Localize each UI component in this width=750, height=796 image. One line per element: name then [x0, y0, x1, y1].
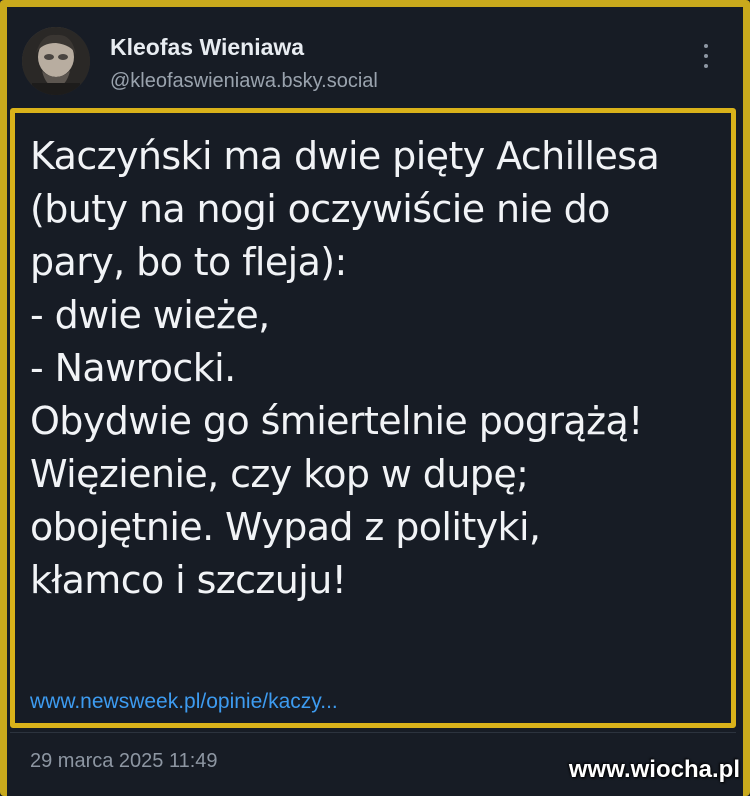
post-line: obojętnie. Wypad z polityki,: [30, 505, 541, 549]
post-line: - Nawrocki.: [30, 346, 236, 390]
divider: [10, 732, 736, 733]
menu-dot: [704, 64, 708, 68]
post-line: Obydwie go śmiertelnie pogrążą!: [30, 399, 643, 443]
post-line: Kaczyński ma dwie pięty Achillesa: [30, 134, 660, 178]
post-text: Kaczyński ma dwie pięty Achillesa (buty …: [30, 130, 730, 607]
menu-dot: [704, 54, 708, 58]
post-timestamp[interactable]: 29 marca 2025 11:49: [30, 750, 218, 773]
author-name[interactable]: Kleofas Wieniawa: [110, 34, 304, 61]
watermark: www.wiocha.pl: [568, 756, 740, 783]
author-handle[interactable]: @kleofaswieniawa.bsky.social: [110, 70, 378, 93]
post-line: Więzienie, czy kop w dupę;: [30, 452, 529, 496]
post-line: (buty na nogi oczywiście nie do: [30, 187, 610, 231]
post-link[interactable]: www.newsweek.pl/opinie/kaczy...: [30, 690, 338, 714]
post-line: pary, bo to fleja):: [30, 240, 347, 284]
post-line: - dwie wieże,: [30, 293, 270, 337]
avatar[interactable]: [22, 27, 90, 95]
more-vertical-icon[interactable]: [698, 38, 714, 74]
post-header: Kleofas Wieniawa @kleofaswieniawa.bsky.s…: [22, 22, 722, 102]
post-line: kłamco i szczuju!: [30, 558, 347, 602]
menu-dot: [704, 44, 708, 48]
